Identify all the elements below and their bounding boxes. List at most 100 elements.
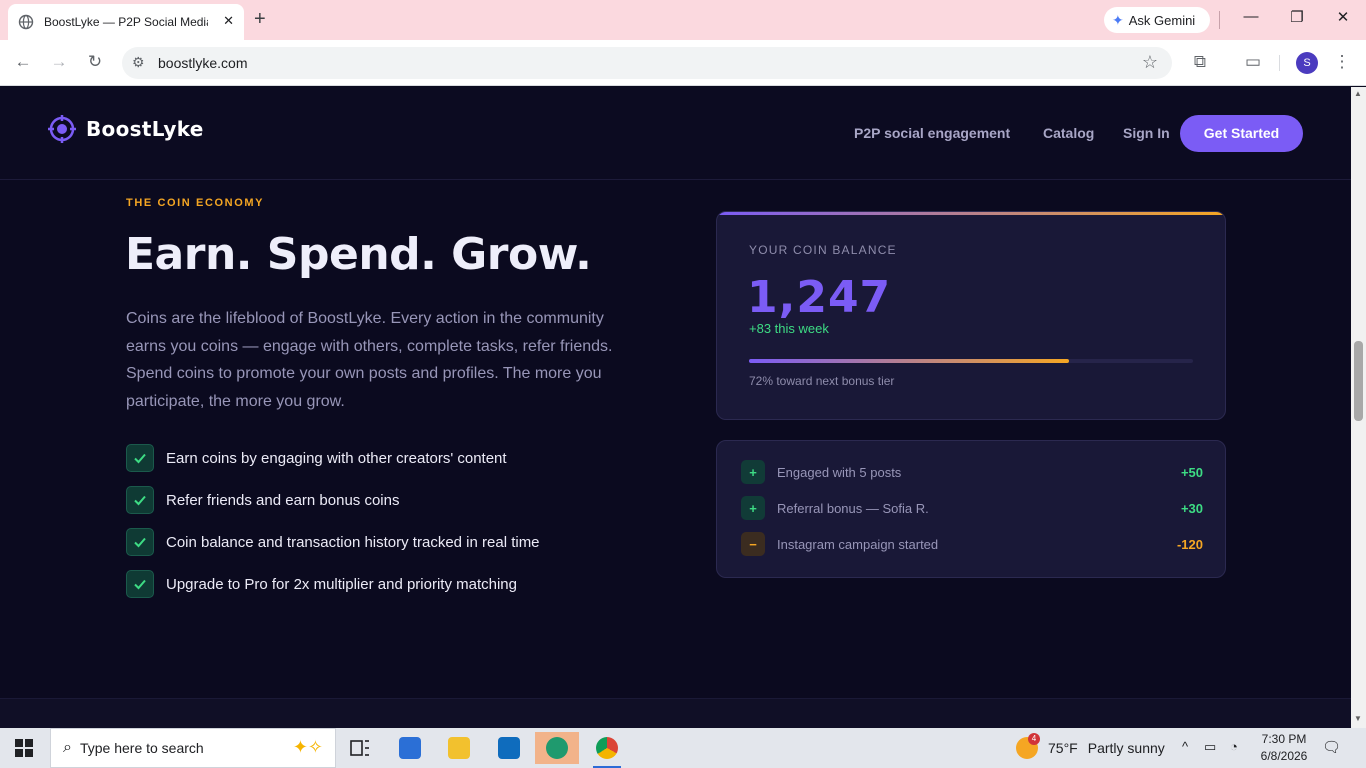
balance-value: 1,247 <box>747 272 892 323</box>
bookmark-star-icon[interactable]: ☆ <box>1142 52 1158 73</box>
scroll-down-arrow-icon[interactable]: ▼ <box>1354 714 1362 723</box>
url-text[interactable]: boostlyke.com <box>158 55 247 71</box>
battery-icon[interactable]: ▭ <box>1204 739 1216 755</box>
minimize-button[interactable]: — <box>1236 8 1266 25</box>
system-clock[interactable]: 7:30 PM 6/8/2026 <box>1252 731 1316 765</box>
outlook-icon <box>498 737 520 759</box>
balance-weekly-change: +83 this week <box>749 321 829 336</box>
tab-strip-divider <box>1219 11 1220 29</box>
start-button[interactable] <box>0 728 48 768</box>
task-view-button[interactable] <box>338 732 382 764</box>
transaction-label: Engaged with 5 posts <box>777 464 902 480</box>
outlook-button[interactable] <box>487 732 531 764</box>
reload-icon[interactable]: ↻ <box>83 52 107 72</box>
restore-button[interactable]: ❐ <box>1282 8 1312 26</box>
section-eyebrow: THE COIN ECONOMY <box>126 197 265 209</box>
taskbar-search-placeholder: Type here to search <box>79 740 204 756</box>
bonus-progress-fill <box>749 359 1069 363</box>
chrome-button[interactable] <box>585 732 629 768</box>
partly-sunny-icon: 4 <box>1016 733 1040 759</box>
toolbar-divider <box>1279 55 1280 71</box>
edge-icon <box>546 737 568 759</box>
target-logo-icon <box>48 115 76 143</box>
chrome-icon <box>596 737 618 759</box>
transaction-amount: +50 <box>1180 464 1203 480</box>
weather-condition: Partly sunny <box>1087 740 1165 756</box>
check-icon <box>126 444 154 472</box>
windows-taskbar: ⌕ Type here to search ✦✧ 4 75°F Partly s… <box>0 728 1366 768</box>
edge-button[interactable] <box>535 732 579 764</box>
page-scrollbar[interactable]: ▲ ▼ <box>1351 87 1366 728</box>
feature-text: Upgrade to Pro for 2x multiplier and pri… <box>166 575 517 593</box>
minus-icon: − <box>741 532 765 556</box>
feature-text: Coin balance and transaction history tra… <box>166 533 540 551</box>
transaction-history-card: + Engaged with 5 posts +50 + Referral bo… <box>716 440 1226 578</box>
transaction-row: − Instagram campaign started -120 <box>741 532 1203 556</box>
nav-link-p2p[interactable]: P2P social engagement <box>854 125 1010 141</box>
feature-list: Earn coins by engaging with other creato… <box>126 444 540 612</box>
plus-icon: + <box>741 496 765 520</box>
browser-toolbar: ← → ↻ ⚙ boostlyke.com ☆ ⧉ ▭ S ⋮ <box>0 40 1366 86</box>
close-window-button[interactable]: ✕ <box>1328 8 1358 26</box>
transaction-label: Referral bonus — Sofia R. <box>777 500 929 516</box>
taskbar-search-box[interactable]: ⌕ Type here to search ✦✧ <box>50 728 336 768</box>
transaction-label: Instagram campaign started <box>777 536 939 552</box>
plus-icon: + <box>741 460 765 484</box>
get-started-button[interactable]: Get Started <box>1180 115 1303 152</box>
weather-temperature: 75°F <box>1048 740 1078 756</box>
profile-avatar[interactable]: S <box>1296 52 1318 74</box>
brand-logo[interactable]: BoostLyke <box>48 115 204 143</box>
folder-icon <box>448 737 470 759</box>
tab-close-icon[interactable]: ✕ <box>223 13 234 29</box>
browser-tab-active[interactable]: BoostLyke — P2P Social Media ✕ <box>8 4 244 40</box>
gemini-sparkle-icon: ✦ <box>1112 11 1124 28</box>
site-info-icon[interactable]: ⚙ <box>132 54 145 71</box>
weather-widget[interactable]: 4 75°F Partly sunny <box>1016 728 1165 768</box>
brand-wordmark: BoostLyke <box>86 117 204 141</box>
nav-link-sign-in[interactable]: Sign In <box>1123 125 1170 141</box>
card-accent-bar <box>717 212 1225 215</box>
forward-arrow-icon[interactable]: → <box>47 52 71 72</box>
feature-item: Earn coins by engaging with other creato… <box>126 444 540 472</box>
balance-label: YOUR COIN BALANCE <box>749 243 897 257</box>
task-view-icon <box>350 740 369 756</box>
weather-alert-badge: 4 <box>1028 733 1040 745</box>
coin-balance-card: YOUR COIN BALANCE 1,247 +83 this week 72… <box>716 211 1226 420</box>
feature-item: Upgrade to Pro for 2x multiplier and pri… <box>126 570 540 598</box>
new-tab-button[interactable]: + <box>254 8 266 30</box>
wifi-icon[interactable]: ◔ <box>1230 739 1238 754</box>
menu-kebab-icon[interactable]: ⋮ <box>1330 52 1354 72</box>
scrollbar-thumb[interactable] <box>1354 341 1363 421</box>
tab-title: BoostLyke — P2P Social Media <box>44 15 208 29</box>
chevron-up-icon[interactable]: ^ <box>1182 739 1188 754</box>
tab-search-icon[interactable]: ▭ <box>1241 52 1265 72</box>
check-icon <box>126 528 154 556</box>
back-arrow-icon[interactable]: ← <box>11 52 35 72</box>
transaction-amount: +30 <box>1180 500 1203 516</box>
check-icon <box>126 486 154 514</box>
transaction-row: + Engaged with 5 posts +50 <box>741 460 1203 484</box>
feature-item: Coin balance and transaction history tra… <box>126 528 540 556</box>
ask-gemini-label: Ask Gemini <box>1128 12 1196 28</box>
site-navbar: BoostLyke P2P social engagement Catalog … <box>0 87 1351 180</box>
ask-gemini-button[interactable]: ✦ Ask Gemini <box>1104 7 1210 33</box>
section-headline: Earn. Spend. Grow. <box>125 229 592 280</box>
extensions-icon[interactable]: ⧉ <box>1188 52 1212 72</box>
section-description: Coins are the lifeblood of BoostLyke. Ev… <box>126 310 613 410</box>
address-bar[interactable]: ⚙ boostlyke.com ☆ <box>122 47 1172 79</box>
globe-icon <box>18 14 34 30</box>
notification-icon[interactable]: 🗨 <box>1322 738 1341 756</box>
microsoft-store-button[interactable] <box>388 732 432 764</box>
copilot-sparkle-icon: ✦✧ <box>292 737 323 757</box>
transaction-row: + Referral bonus — Sofia R. +30 <box>741 496 1203 520</box>
nav-link-catalog[interactable]: Catalog <box>1043 125 1094 141</box>
scroll-up-arrow-icon[interactable]: ▲ <box>1354 89 1362 98</box>
clock-time: 7:30 PM <box>1261 732 1307 746</box>
clock-date: 6/8/2026 <box>1260 749 1308 763</box>
feature-text: Refer friends and earn bonus coins <box>166 491 400 509</box>
file-explorer-button[interactable] <box>437 732 481 764</box>
transaction-amount: -120 <box>1176 536 1203 552</box>
feature-item: Refer friends and earn bonus coins <box>126 486 540 514</box>
bonus-progress-text: 72% toward next bonus tier <box>749 374 895 388</box>
search-icon: ⌕ <box>63 739 72 756</box>
